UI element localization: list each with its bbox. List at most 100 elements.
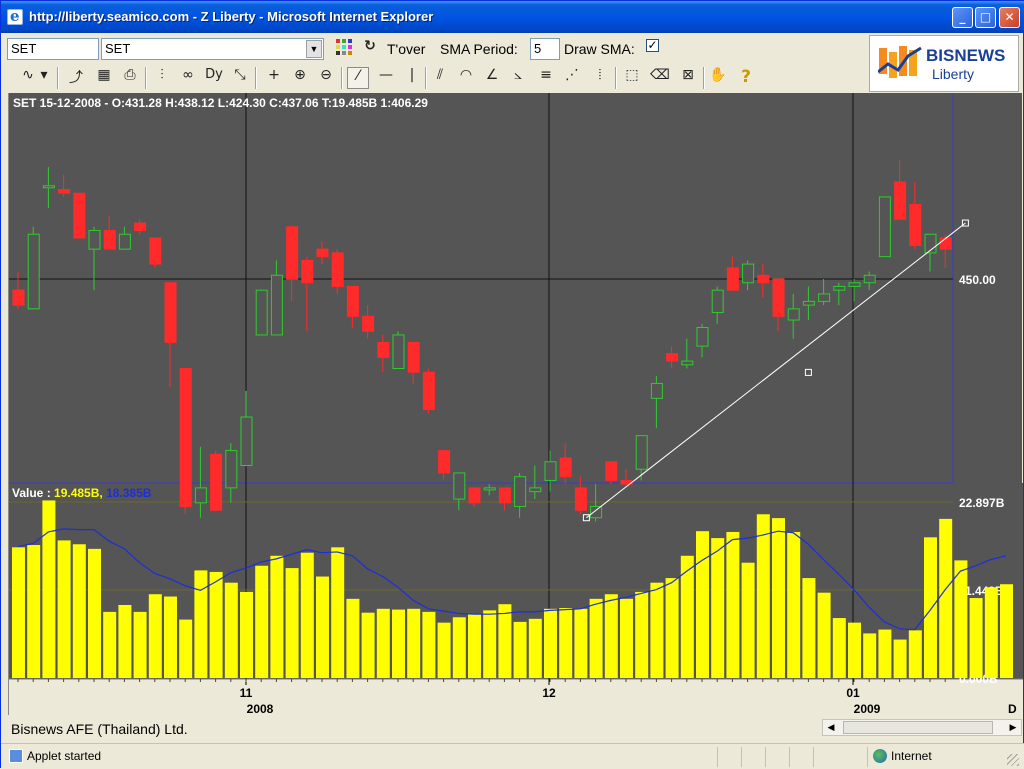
volume-bar bbox=[194, 570, 208, 678]
dy-icon[interactable]: Dy bbox=[203, 67, 225, 89]
delete-icon[interactable]: ⌫ bbox=[649, 67, 671, 89]
sma-period-input[interactable]: 5 bbox=[530, 38, 560, 60]
fibonacci-icon[interactable]: ≡ bbox=[535, 67, 557, 89]
candle-down bbox=[772, 278, 785, 317]
horizontal-line-icon[interactable]: — bbox=[375, 67, 397, 89]
candle-down bbox=[362, 315, 375, 332]
volume-readout: Value : 19.485B, 18.385B bbox=[12, 486, 151, 500]
fan-icon[interactable]: ∠ bbox=[481, 67, 503, 89]
candle-up bbox=[711, 289, 724, 314]
separator bbox=[57, 67, 59, 89]
candle-up bbox=[255, 289, 268, 336]
volume-label-prefix: Value : bbox=[12, 486, 55, 500]
refresh-icon[interactable]: ↻ bbox=[359, 38, 381, 60]
status-divider bbox=[765, 747, 766, 767]
volume-bar bbox=[817, 592, 831, 678]
volume-bar bbox=[224, 582, 238, 678]
horizontal-scrollbar[interactable]: ◀ ▶ bbox=[822, 719, 1022, 736]
export-icon[interactable]: ⤴ bbox=[65, 67, 87, 89]
indicator-icon[interactable]: ⫶ bbox=[151, 67, 173, 89]
volume-bar bbox=[848, 622, 861, 678]
scroll-left-icon[interactable]: ◀ bbox=[823, 720, 839, 735]
candle-down bbox=[574, 487, 587, 511]
candle-up bbox=[681, 360, 694, 366]
candle-down bbox=[149, 237, 162, 265]
cycle-icon[interactable]: ⦙ bbox=[589, 67, 611, 89]
company-bar: Bisnews AFE (Thailand) Ltd. ◀ ▶ bbox=[8, 716, 1022, 741]
candle-down bbox=[422, 371, 435, 411]
symbol-toolbar: SET SET ▼ ↻ T'over SMA Period: 5 Draw SM… bbox=[7, 35, 869, 63]
period-icon[interactable]: ∞ bbox=[177, 67, 199, 89]
bisnews-logo-icon bbox=[878, 46, 922, 78]
trend-line bbox=[586, 222, 966, 519]
status-divider bbox=[813, 747, 814, 767]
volume-bar bbox=[57, 540, 71, 678]
pan-hand-icon[interactable]: ✋ bbox=[707, 67, 729, 89]
volume-bar bbox=[255, 565, 269, 678]
maximize-button[interactable]: □ bbox=[975, 7, 996, 28]
delete-all-icon[interactable]: ⊠ bbox=[677, 67, 699, 89]
bisnews-logo: BISNEWS Liberty bbox=[869, 35, 1019, 92]
symbol-input[interactable]: SET bbox=[7, 38, 99, 60]
volume-bar bbox=[392, 609, 405, 678]
draw-sma-checkbox[interactable]: ✓ bbox=[646, 39, 659, 52]
volume-bar bbox=[756, 514, 770, 678]
candle-up bbox=[453, 472, 466, 500]
vertical-line-icon[interactable]: | bbox=[401, 67, 423, 89]
sma-period-label: SMA Period: bbox=[440, 41, 518, 57]
separator bbox=[703, 67, 705, 89]
status-bar: Applet started Internet bbox=[1, 743, 1024, 769]
chart-type-dropdown-icon[interactable]: ▾ bbox=[37, 67, 51, 89]
speed-line-icon[interactable]: ⦣ bbox=[507, 67, 529, 89]
volume-bar bbox=[118, 604, 132, 678]
resize-grip[interactable] bbox=[1007, 754, 1019, 766]
candle-up bbox=[225, 450, 238, 489]
zoom-out-icon[interactable]: ⊖ bbox=[315, 67, 337, 89]
status-divider bbox=[867, 747, 868, 767]
symbol-select[interactable]: SET ▼ bbox=[101, 38, 324, 60]
chevron-down-icon[interactable]: ▼ bbox=[306, 40, 322, 58]
title-bar[interactable]: http://liberty.seamico.com - Z Liberty -… bbox=[1, 1, 1024, 33]
price-volume-chart[interactable]: 450.0022.897B11.449B0.000B11200812 012009… bbox=[9, 93, 1023, 715]
volume-bar bbox=[620, 598, 633, 678]
gann-fan-icon[interactable]: ⋰ bbox=[561, 67, 583, 89]
volume-tick-label: 22.897B bbox=[959, 496, 1005, 510]
channel-icon[interactable]: ⫽ bbox=[429, 67, 451, 89]
close-button[interactable]: ✕ bbox=[999, 7, 1020, 28]
trend-line-icon[interactable]: ⁄ bbox=[347, 67, 369, 89]
security-zone-text: Internet bbox=[891, 749, 932, 763]
save-icon[interactable]: ▦ bbox=[93, 67, 115, 89]
crosshair-icon[interactable]: + bbox=[263, 67, 285, 89]
arc-icon[interactable]: ◠ bbox=[455, 67, 477, 89]
candle-down bbox=[468, 487, 481, 504]
separator bbox=[615, 67, 617, 89]
separator bbox=[425, 67, 427, 89]
select-icon[interactable]: ⬚ bbox=[621, 67, 643, 89]
candle-up bbox=[42, 185, 55, 189]
logo-text-sub: Liberty bbox=[932, 66, 975, 82]
scroll-right-icon[interactable]: ▶ bbox=[1005, 720, 1021, 735]
volume-value-current: 19.485B, bbox=[54, 486, 103, 500]
volume-bar bbox=[650, 582, 664, 678]
scrollbar-thumb[interactable] bbox=[843, 721, 993, 734]
volume-bar bbox=[376, 608, 390, 678]
resize-icon[interactable]: ⤡ bbox=[229, 67, 251, 89]
volume-bar bbox=[893, 639, 907, 678]
status-divider bbox=[717, 747, 718, 767]
chart-panel[interactable]: 450.00 22.897B 11.449B 0.000B 11 2008 12 01 2009… bbox=[8, 93, 1023, 715]
volume-bar bbox=[665, 578, 679, 678]
volume-bar bbox=[468, 614, 481, 678]
volume-bar bbox=[285, 568, 299, 678]
candle-down bbox=[331, 252, 344, 287]
zoom-in-icon[interactable]: ⊕ bbox=[289, 67, 311, 89]
volume-bar bbox=[589, 598, 603, 678]
candle-down bbox=[666, 353, 679, 362]
candle-up bbox=[696, 326, 709, 347]
help-icon[interactable]: ? bbox=[735, 67, 757, 89]
draw-sma-label: Draw SMA: bbox=[564, 41, 635, 57]
volume-bar bbox=[1000, 584, 1013, 678]
minimize-button[interactable]: _ bbox=[952, 7, 973, 28]
line-chart-icon[interactable]: ∿ bbox=[17, 67, 39, 89]
color-grid-icon[interactable] bbox=[333, 38, 355, 60]
print-icon[interactable]: ⎙ bbox=[119, 67, 141, 89]
